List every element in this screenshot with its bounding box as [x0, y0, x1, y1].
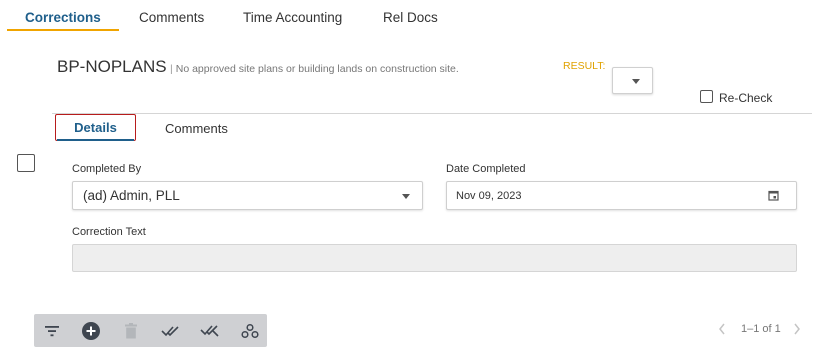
inner-tab-comments[interactable]: Comments	[165, 121, 228, 136]
recheck-label[interactable]: Re-Check	[719, 91, 772, 105]
chevron-down-icon	[632, 79, 640, 84]
double-check-icon[interactable]	[157, 314, 185, 347]
filter-icon[interactable]	[38, 314, 66, 347]
tab-corrections[interactable]: Corrections	[25, 10, 101, 25]
inner-active-tab-indicator	[57, 139, 134, 141]
pager-prev-icon[interactable]	[718, 322, 726, 340]
separator: |	[170, 63, 173, 75]
tab-time-accounting[interactable]: Time Accounting	[243, 10, 342, 25]
tab-rel-docs[interactable]: Rel Docs	[383, 10, 438, 25]
date-completed-value: Nov 09, 2023	[456, 190, 522, 202]
grid-toolbar	[34, 314, 267, 347]
inner-tab-details[interactable]: Details	[55, 114, 136, 141]
double-x-icon[interactable]	[196, 314, 224, 347]
delete-icon[interactable]	[117, 314, 145, 347]
correction-text-label: Correction Text	[72, 226, 146, 238]
section-divider	[52, 113, 812, 114]
completed-by-value: (ad) Admin, PLL	[83, 188, 180, 203]
pager-status: 1–1 of 1	[741, 323, 781, 335]
date-completed-label: Date Completed	[446, 163, 526, 175]
inner-tab-details-label: Details	[74, 120, 117, 135]
pager-next-icon[interactable]	[793, 322, 801, 340]
add-icon[interactable]	[77, 314, 105, 347]
tab-comments[interactable]: Comments	[139, 10, 204, 25]
description-text: No approved site plans or building lands…	[175, 63, 459, 75]
chevron-down-icon	[402, 194, 410, 199]
result-label: RESULT:	[563, 60, 606, 72]
date-completed-field[interactable]: Nov 09, 2023	[446, 181, 797, 210]
correction-code: BP-NOPLANS	[57, 57, 167, 76]
settings-icon[interactable]	[236, 314, 264, 347]
calendar-icon[interactable]	[768, 190, 779, 204]
result-select[interactable]	[612, 67, 653, 94]
correction-description: | No approved site plans or building land…	[170, 63, 459, 75]
active-tab-indicator	[7, 29, 119, 31]
correction-text-field[interactable]	[72, 244, 797, 272]
completed-by-select[interactable]: (ad) Admin, PLL	[72, 181, 423, 210]
recheck-checkbox[interactable]	[700, 90, 713, 103]
completed-by-label: Completed By	[72, 163, 142, 175]
row-select-checkbox[interactable]	[17, 154, 35, 172]
